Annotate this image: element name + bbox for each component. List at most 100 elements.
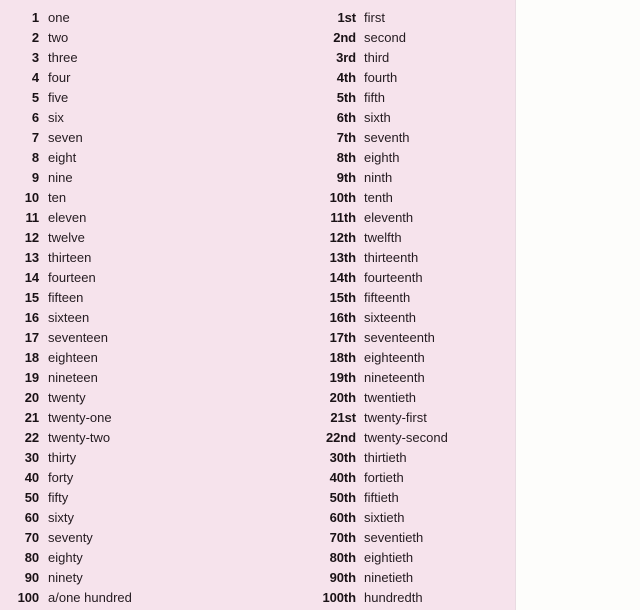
ordinal-number: 80th — [329, 550, 356, 565]
ordinal-cell: 40th fortieth — [300, 468, 516, 488]
table-row: 70 seventy 70th seventieth — [0, 528, 516, 548]
ordinal-number: 6th — [336, 110, 356, 125]
cardinal-cell: 16 sixteen — [0, 308, 300, 328]
table-row: 16 sixteen 16th sixteenth — [0, 308, 516, 328]
cardinal-word: eighty — [48, 550, 83, 565]
cardinal-cell: 1 one — [0, 8, 300, 28]
right-margin-area — [517, 0, 640, 610]
cardinal-word: two — [48, 30, 69, 45]
cardinal-cell: 15 fifteen — [0, 288, 300, 308]
ordinal-word: ninth — [364, 170, 393, 185]
ordinal-word: thirteenth — [364, 250, 419, 265]
ordinal-word: fiftieth — [364, 490, 399, 505]
cardinal-cell: 21 twenty-one — [0, 408, 300, 428]
cardinal-word: forty — [48, 470, 74, 485]
cardinal-cell: 7 seven — [0, 128, 300, 148]
cardinal-number: 6 — [31, 110, 39, 125]
table-row: 40 forty 40th fortieth — [0, 468, 516, 488]
cardinal-word: sixty — [48, 510, 74, 525]
cardinal-cell: 14 fourteen — [0, 268, 300, 288]
table-row: 7 seven 7th seventh — [0, 128, 516, 148]
table-row: 6 six 6th sixth — [0, 108, 516, 128]
ordinal-cell: 16th sixteenth — [300, 308, 516, 328]
cardinal-word: eight — [48, 150, 77, 165]
table-row: 3 three 3rd third — [0, 48, 516, 68]
table-row: 5 five 5th fifth — [0, 88, 516, 108]
cardinal-word: seventy — [48, 530, 93, 545]
ordinal-number: 18th — [329, 350, 356, 365]
ordinal-number: 70th — [329, 530, 356, 545]
ordinal-cell: 11th eleventh — [300, 208, 516, 228]
ordinal-word: nineteenth — [364, 370, 425, 385]
ordinal-cell: 100th hundredth — [300, 588, 516, 608]
cardinal-number: 13 — [24, 250, 39, 265]
cardinal-number: 15 — [24, 290, 39, 305]
ordinal-word: sixtieth — [364, 510, 405, 525]
table-row: 10 ten 10th tenth — [0, 188, 516, 208]
ordinal-number: 15th — [329, 290, 356, 305]
ordinal-word: seventeenth — [364, 330, 435, 345]
ordinal-word: twelfth — [364, 230, 402, 245]
cardinal-cell: 50 fifty — [0, 488, 300, 508]
ordinal-number: 7th — [336, 130, 356, 145]
cardinal-word: sixteen — [48, 310, 90, 325]
cardinal-word: nine — [48, 170, 73, 185]
cardinal-word: fifty — [48, 490, 69, 505]
cardinal-word: thirteen — [48, 250, 92, 265]
cardinal-cell: 70 seventy — [0, 528, 300, 548]
table-row: 19 nineteen 19th nineteenth — [0, 368, 516, 388]
cardinal-number: 90 — [24, 570, 39, 585]
ordinal-number: 50th — [329, 490, 356, 505]
table-row: 100 a/one hundred 100th hundredth — [0, 588, 516, 608]
ordinal-cell: 13th thirteenth — [300, 248, 516, 268]
table-row: 21 twenty-one 21st twenty-first — [0, 408, 516, 428]
cardinal-cell: 2 two — [0, 28, 300, 48]
ordinal-cell: 17th seventeenth — [300, 328, 516, 348]
cardinal-number: 12 — [24, 230, 39, 245]
ordinal-number: 11th — [330, 210, 356, 225]
cardinal-word: seventeen — [48, 330, 108, 345]
cardinal-cell: 90 ninety — [0, 568, 300, 588]
cardinal-word: six — [48, 110, 64, 125]
ordinal-cell: 2nd second — [300, 28, 516, 48]
cardinal-word: twenty-two — [48, 430, 111, 445]
ordinal-word: sixth — [364, 110, 391, 125]
ordinal-cell: 6th sixth — [300, 108, 516, 128]
cardinal-number: 16 — [24, 310, 39, 325]
ordinal-number: 4th — [336, 70, 356, 85]
ordinal-cell: 20th twentieth — [300, 388, 516, 408]
ordinal-cell: 8th eighth — [300, 148, 516, 168]
ordinal-cell: 18th eighteenth — [300, 348, 516, 368]
ordinal-number: 40th — [329, 470, 356, 485]
cardinal-number: 70 — [24, 530, 39, 545]
ordinal-word: tenth — [364, 190, 393, 205]
cardinal-number: 1 — [31, 10, 39, 25]
cardinal-number: 21 — [24, 410, 39, 425]
cardinal-number: 100 — [17, 590, 39, 605]
table-row: 9 nine 9th ninth — [0, 168, 516, 188]
ordinal-cell: 70th seventieth — [300, 528, 516, 548]
ordinal-number: 14th — [329, 270, 356, 285]
ordinal-number: 2nd — [333, 30, 356, 45]
cardinal-number: 2 — [31, 30, 39, 45]
table-row: 30 thirty 30th thirtieth — [0, 448, 516, 468]
cardinal-number: 80 — [24, 550, 39, 565]
ordinal-number: 10th — [329, 190, 356, 205]
cardinal-word: twenty-one — [48, 410, 112, 425]
cardinal-number: 20 — [24, 390, 39, 405]
table-row: 17 seventeen 17th seventeenth — [0, 328, 516, 348]
ordinal-number: 3rd — [336, 50, 356, 65]
ordinal-number: 16th — [329, 310, 356, 325]
table-row: 11 eleven 11th eleventh — [0, 208, 516, 228]
page-root: 1 one 1st first 2 two 2nd second 3 three 3rd third 4… — [0, 0, 640, 610]
table-row: 14 fourteen 14th fourteenth — [0, 268, 516, 288]
cardinal-word: five — [48, 90, 69, 105]
ordinal-word: fifth — [364, 90, 385, 105]
cardinal-number: 30 — [24, 450, 39, 465]
ordinal-number: 100th — [322, 590, 357, 605]
ordinal-word: fourteenth — [364, 270, 423, 285]
cardinal-number: 3 — [31, 50, 39, 65]
ordinal-word: seventieth — [364, 530, 424, 545]
ordinal-word: eighth — [364, 150, 400, 165]
cardinal-cell: 11 eleven — [0, 208, 300, 228]
